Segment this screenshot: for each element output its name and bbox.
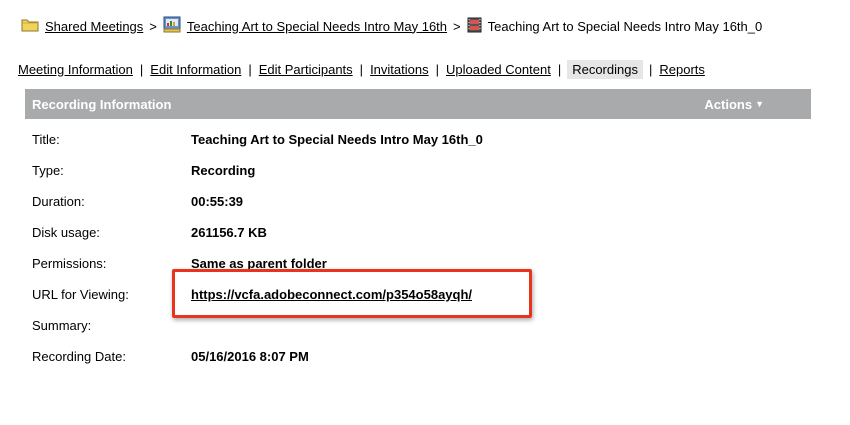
tab-separator: | [648,62,653,77]
info-value: 05/16/2016 8:07 PM [191,349,309,364]
actions-menu-button[interactable]: Actions ▼ [704,97,764,112]
info-row-duration: Duration: 00:55:39 [25,181,811,212]
info-label: Summary: [32,318,92,333]
tab-meeting-information[interactable]: Meeting Information [18,60,133,79]
info-label: Title: [32,132,60,147]
tab-separator: | [435,62,439,77]
info-label: Recording Date: [32,349,126,364]
panel-title: Recording Information [32,96,172,112]
breadcrumb-current: Teaching Art to Special Needs Intro May … [487,18,763,34]
info-value: Teaching Art to Special Needs Intro May … [191,132,483,147]
info-row-recording-date: Recording Date: 05/16/2016 8:07 PM [25,336,811,367]
info-label: Permissions: [32,256,107,271]
info-value: 261156.7 KB [191,225,267,240]
info-label: Type: [32,163,64,178]
tab-recordings[interactable]: Recordings [567,60,643,79]
breadcrumb-item-meeting: Teaching Art to Special Needs Intro May … [163,16,447,36]
recording-information-panel: Recording Information Actions ▼ Title: T… [25,89,811,367]
breadcrumb-link-shared-meetings[interactable]: Shared Meetings [45,19,143,34]
caret-down-icon: ▼ [755,99,764,109]
actions-label: Actions [704,96,753,112]
panel-header: Recording Information Actions ▼ [25,89,811,119]
folder-icon [21,17,39,35]
meeting-icon [163,16,181,36]
breadcrumb: Shared Meetings > Teaching Art to Specia… [21,16,762,36]
tab-separator: | [557,62,562,77]
tab-separator: | [248,62,252,77]
info-label: Disk usage: [32,225,100,240]
tab-invitations[interactable]: Invitations [370,60,429,79]
tab-separator: | [359,62,364,77]
tab-uploaded-content[interactable]: Uploaded Content [446,60,551,79]
info-label: Duration: [32,194,85,209]
breadcrumb-separator: > [453,18,461,34]
url-highlight-annotation [172,269,532,318]
meeting-tabs: Meeting Information | Edit Information |… [18,60,705,79]
info-value: Recording [191,163,256,178]
tab-separator: | [139,62,144,77]
info-label: URL for Viewing: [32,287,129,302]
info-row-disk-usage: Disk usage: 261156.7 KB [25,212,811,243]
info-row-type: Type: Recording [25,150,811,181]
tab-edit-information[interactable]: Edit Information [150,60,241,79]
info-value: 00:55:39 [191,194,244,209]
recording-icon [467,17,482,36]
breadcrumb-separator: > [149,18,157,34]
tab-edit-participants[interactable]: Edit Participants [259,60,353,79]
breadcrumb-link-meeting[interactable]: Teaching Art to Special Needs Intro May … [187,19,447,34]
breadcrumb-item-shared-meetings: Shared Meetings [21,17,143,35]
breadcrumb-item-recording: Teaching Art to Special Needs Intro May … [467,17,763,36]
info-row-title: Title: Teaching Art to Special Needs Int… [25,119,811,150]
tab-reports[interactable]: Reports [659,60,705,79]
